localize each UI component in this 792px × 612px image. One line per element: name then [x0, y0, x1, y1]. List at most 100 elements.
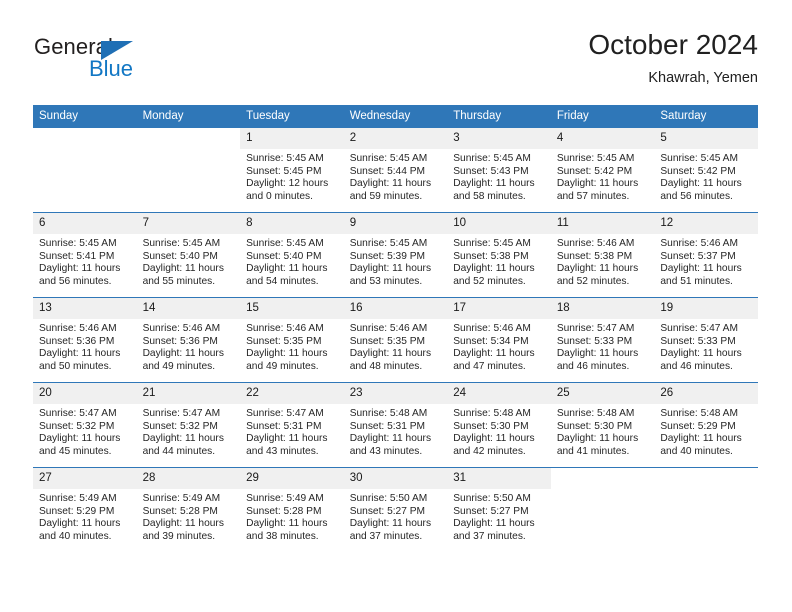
day-details: Sunrise: 5:49 AM Sunset: 5:28 PM Daylight:… [240, 489, 344, 543]
calendar-day-cell[interactable]: 15 Sunrise: 5:46 AM Sunset: 5:35 PM Dayligh… [240, 298, 344, 382]
weekday-header-saturday: Saturday [654, 105, 758, 128]
calendar-day-cell[interactable]: 24 Sunrise: 5:48 AM Sunset: 5:30 PM Dayligh… [447, 383, 551, 467]
calendar-day-cell[interactable]: 5 Sunrise: 5:45 AM Sunset: 5:42 PM Daylight… [654, 128, 758, 212]
day-detail-line: Sunset: 5:32 PM [39, 420, 115, 432]
day-detail-line: Sunset: 5:30 PM [556, 420, 633, 432]
day-detail-line: and 40 minutes. [660, 445, 733, 457]
day-number: 3 [447, 128, 551, 149]
calendar-day-cell[interactable]: 4 Sunrise: 5:45 AM Sunset: 5:42 PM Daylight… [550, 128, 655, 212]
day-number: 21 [136, 383, 241, 404]
calendar-day-cell[interactable]: 6 Sunrise: 5:45 AM Sunset: 5:41 PM Daylight… [33, 213, 137, 297]
day-number: 25 [550, 383, 655, 404]
calendar-day-cell[interactable]: 31 Sunrise: 5:50 AM Sunset: 5:27 PM Dayligh… [447, 468, 551, 552]
day-number: 2 [343, 128, 448, 149]
day-number: 16 [343, 298, 448, 319]
day-detail-line: and 46 minutes. [660, 360, 733, 372]
day-detail-line: Daylight: 11 hours [349, 348, 432, 360]
calendar-day-cell[interactable]: 2 Sunrise: 5:45 AM Sunset: 5:44 PM Daylight… [343, 128, 448, 212]
day-detail-line: Sunset: 5:39 PM [349, 250, 426, 262]
day-detail-line: Sunrise: 5:45 AM [246, 238, 324, 249]
day-detail-line: Sunrise: 5:46 AM [246, 323, 324, 334]
title-block: October 2024 Khawrah, Yemen [588, 28, 758, 88]
day-detail-line: Sunrise: 5:47 AM [142, 408, 221, 419]
day-number: 13 [33, 298, 137, 319]
day-detail-line: Sunrise: 5:49 AM [39, 493, 117, 504]
day-detail-line: Daylight: 11 hours [246, 263, 328, 275]
calendar-day-cell[interactable]: 7 Sunrise: 5:45 AM Sunset: 5:40 PM Daylight… [136, 213, 241, 297]
day-detail-line: and 52 minutes. [556, 275, 630, 287]
day-detail-line: Sunrise: 5:48 AM [453, 408, 531, 419]
calendar-day-cell[interactable]: 26 Sunrise: 5:48 AM Sunset: 5:29 PM Dayligh… [654, 383, 758, 467]
day-details: Sunrise: 5:46 AM Sunset: 5:34 PM Daylight:… [447, 319, 551, 373]
calendar-day-cell[interactable]: 13 Sunrise: 5:46 AM Sunset: 5:36 PM Dayligh… [33, 298, 137, 382]
calendar-day-cell[interactable]: 10 Sunrise: 5:45 AM Sunset: 5:38 PM Dayligh… [447, 213, 551, 297]
day-details [654, 489, 758, 493]
day-number: 24 [447, 383, 551, 404]
calendar-day-cell[interactable]: 30 Sunrise: 5:50 AM Sunset: 5:27 PM Dayligh… [343, 468, 448, 552]
day-detail-line: Sunset: 5:40 PM [142, 250, 218, 262]
calendar-day-cell[interactable]: 12 Sunrise: 5:46 AM Sunset: 5:37 PM Dayligh… [654, 213, 758, 297]
calendar-day-cell[interactable]: 27 Sunrise: 5:49 AM Sunset: 5:29 PM Dayligh… [33, 468, 137, 552]
day-details: Sunrise: 5:46 AM Sunset: 5:35 PM Daylight:… [240, 319, 344, 373]
day-detail-line: Daylight: 11 hours [660, 348, 742, 360]
calendar-empty-cell [550, 468, 655, 552]
day-detail-line: and 41 minutes. [556, 445, 630, 457]
calendar-day-cell[interactable]: 20 Sunrise: 5:47 AM Sunset: 5:32 PM Dayligh… [33, 383, 137, 467]
day-detail-line: Daylight: 11 hours [556, 348, 639, 360]
day-details: Sunrise: 5:45 AM Sunset: 5:44 PM Daylight:… [344, 149, 448, 203]
day-details: Sunrise: 5:48 AM Sunset: 5:31 PM Daylight:… [344, 404, 448, 458]
day-detail-line: Sunset: 5:41 PM [39, 250, 115, 262]
day-detail-line: Sunset: 5:33 PM [660, 335, 736, 347]
day-number: 9 [343, 213, 448, 234]
day-detail-line: Sunset: 5:29 PM [660, 420, 736, 432]
day-details: Sunrise: 5:45 AM Sunset: 5:38 PM Daylight:… [447, 234, 551, 288]
day-detail-line: Sunrise: 5:45 AM [39, 238, 117, 249]
calendar-day-cell[interactable]: 17 Sunrise: 5:46 AM Sunset: 5:34 PM Dayligh… [447, 298, 551, 382]
day-detail-line: Sunset: 5:27 PM [453, 505, 529, 517]
day-detail-line: Sunrise: 5:46 AM [453, 323, 531, 334]
day-details: Sunrise: 5:50 AM Sunset: 5:27 PM Daylight:… [344, 489, 448, 543]
day-number: 10 [447, 213, 551, 234]
day-number: 8 [240, 213, 344, 234]
calendar-day-cell[interactable]: 9 Sunrise: 5:45 AM Sunset: 5:39 PM Daylight… [343, 213, 448, 297]
weekday-header-sunday: Sunday [33, 105, 137, 128]
calendar-day-cell[interactable]: 14 Sunrise: 5:46 AM Sunset: 5:36 PM Dayligh… [136, 298, 241, 382]
calendar-day-cell[interactable]: 18 Sunrise: 5:47 AM Sunset: 5:33 PM Dayligh… [550, 298, 655, 382]
calendar-day-cell[interactable]: 11 Sunrise: 5:46 AM Sunset: 5:38 PM Dayligh… [550, 213, 655, 297]
calendar-day-cell[interactable]: 22 Sunrise: 5:47 AM Sunset: 5:31 PM Dayligh… [240, 383, 344, 467]
day-details [33, 149, 137, 153]
day-details: Sunrise: 5:46 AM Sunset: 5:36 PM Daylight:… [137, 319, 241, 373]
day-details: Sunrise: 5:47 AM Sunset: 5:31 PM Daylight:… [240, 404, 344, 458]
day-details: Sunrise: 5:45 AM Sunset: 5:42 PM Daylight:… [654, 149, 758, 203]
day-detail-line: Sunset: 5:38 PM [556, 250, 633, 262]
calendar-day-cell[interactable]: 23 Sunrise: 5:48 AM Sunset: 5:31 PM Dayligh… [343, 383, 448, 467]
day-detail-line: Sunset: 5:43 PM [453, 165, 529, 177]
day-detail-line: Sunrise: 5:46 AM [556, 238, 635, 249]
calendar-day-cell[interactable]: 8 Sunrise: 5:45 AM Sunset: 5:40 PM Daylight… [240, 213, 344, 297]
calendar-day-cell[interactable]: 25 Sunrise: 5:48 AM Sunset: 5:30 PM Dayligh… [550, 383, 655, 467]
day-detail-line: Sunset: 5:44 PM [349, 165, 426, 177]
day-detail-line: Daylight: 11 hours [39, 433, 121, 445]
weekday-header-thursday: Thursday [447, 105, 551, 128]
calendar-day-cell[interactable]: 21 Sunrise: 5:47 AM Sunset: 5:32 PM Dayligh… [136, 383, 241, 467]
calendar-day-cell[interactable]: 28 Sunrise: 5:49 AM Sunset: 5:28 PM Dayligh… [136, 468, 241, 552]
calendar-day-cell[interactable]: 1 Sunrise: 5:45 AM Sunset: 5:45 PM Daylight… [240, 128, 344, 212]
day-details: Sunrise: 5:46 AM Sunset: 5:35 PM Daylight:… [344, 319, 448, 373]
calendar-day-cell[interactable]: 16 Sunrise: 5:46 AM Sunset: 5:35 PM Dayligh… [343, 298, 448, 382]
day-details: Sunrise: 5:45 AM Sunset: 5:39 PM Daylight:… [344, 234, 448, 288]
page-title: October 2024 [588, 29, 758, 60]
day-details: Sunrise: 5:45 AM Sunset: 5:41 PM Daylight:… [33, 234, 137, 288]
day-detail-line: Sunrise: 5:48 AM [660, 408, 738, 419]
calendar-day-cell[interactable]: 3 Sunrise: 5:45 AM Sunset: 5:43 PM Daylight… [447, 128, 551, 212]
weekday-header-friday: Friday [550, 105, 655, 128]
day-detail-line: Sunrise: 5:45 AM [660, 153, 738, 164]
day-detail-line: Daylight: 11 hours [142, 263, 224, 275]
day-details: Sunrise: 5:46 AM Sunset: 5:37 PM Daylight:… [654, 234, 758, 288]
calendar-day-cell[interactable]: 19 Sunrise: 5:47 AM Sunset: 5:33 PM Dayligh… [654, 298, 758, 382]
calendar-day-cell[interactable]: 29 Sunrise: 5:49 AM Sunset: 5:28 PM Dayligh… [240, 468, 344, 552]
day-number: 30 [343, 468, 448, 489]
calendar-body: 1 Sunrise: 5:45 AM Sunset: 5:45 PM Daylight… [33, 128, 758, 552]
day-number: 12 [654, 213, 758, 234]
day-details: Sunrise: 5:45 AM Sunset: 5:40 PM Daylight:… [137, 234, 241, 288]
calendar-week-row: 1 Sunrise: 5:45 AM Sunset: 5:45 PM Daylight… [33, 128, 758, 213]
